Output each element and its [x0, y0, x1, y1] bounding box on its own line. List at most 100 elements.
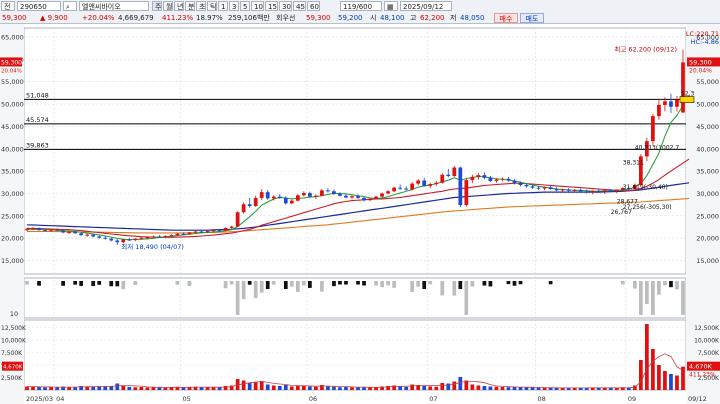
candle-body	[253, 197, 258, 207]
candle-body	[368, 198, 372, 201]
volume-bar	[37, 387, 41, 390]
candle-body	[476, 175, 481, 177]
volume-bar	[217, 387, 222, 390]
volume-bar	[663, 371, 667, 390]
volume-bar	[133, 387, 138, 390]
volume-bar	[651, 349, 655, 390]
period-button-4[interactable]: 초	[196, 1, 206, 11]
x-tick-label: 06	[309, 395, 317, 403]
candle-body	[416, 180, 421, 184]
candle-body	[422, 180, 427, 186]
price-chart[interactable]: 51,048 45,574 39,863 15,000 15,000 20,000 20,…	[0, 24, 720, 404]
period-button-12[interactable]: 45	[293, 1, 306, 11]
osc-bar	[518, 281, 523, 285]
high-label: 고	[410, 14, 417, 22]
volume-bar	[614, 388, 619, 390]
period-button-10[interactable]: 15	[265, 1, 278, 11]
volume-bar	[669, 374, 673, 390]
osc-bar	[247, 281, 252, 285]
volume-bar	[247, 383, 252, 390]
volume-bar	[398, 386, 403, 390]
stock-name-field[interactable]: 엘앤씨바이오	[79, 1, 149, 11]
volume-bar	[638, 360, 643, 390]
volume-bar	[488, 386, 493, 390]
candle-body	[85, 234, 90, 236]
volume-bar	[494, 386, 499, 390]
price-tick-right: 30,000	[696, 190, 719, 198]
volume-bar	[307, 386, 312, 390]
calendar-icon[interactable]: ▦	[384, 1, 398, 11]
osc-bar	[681, 281, 685, 315]
volume-bar	[410, 384, 415, 390]
change-pct: +20.04%	[82, 14, 115, 22]
period-button-2[interactable]: 년	[174, 1, 184, 11]
sell-button[interactable]: 매도	[520, 13, 544, 23]
volume-bar	[259, 381, 264, 390]
volume-bar	[548, 388, 553, 390]
osc-bar	[638, 281, 643, 315]
price-tick-right: 35,000	[696, 168, 719, 176]
lc-annotation: LC:220.71	[686, 30, 719, 38]
volume-bar	[452, 381, 457, 390]
osc-bar	[79, 281, 84, 286]
price-tick-left: 20,000	[1, 235, 24, 243]
price-tag-value: 59,300	[689, 58, 712, 66]
candle-body	[181, 233, 186, 235]
volume-tag-left-value: 4,670K	[3, 365, 23, 371]
osc-bar	[301, 281, 306, 286]
period-button-6[interactable]: 1	[218, 1, 228, 11]
period-button-3[interactable]: 분	[185, 1, 195, 11]
osc-bar	[187, 281, 192, 286]
period-button-1[interactable]: 월	[163, 1, 173, 11]
candle-body	[133, 238, 138, 241]
osc-bar	[37, 281, 41, 286]
volume-bar	[55, 387, 59, 390]
osc-bar	[229, 281, 234, 285]
period-button-9[interactable]: 10	[251, 1, 264, 11]
period-button-5[interactable]: 틱	[207, 1, 217, 11]
candle-body	[187, 232, 192, 235]
osc-bar	[428, 281, 433, 285]
code-input[interactable]: 290650	[17, 1, 61, 11]
volume-bar	[283, 385, 288, 390]
buy-button[interactable]: 매수	[494, 13, 518, 23]
volume-bar	[301, 386, 306, 390]
mode-select[interactable]: 전	[1, 1, 15, 11]
osc-bar	[356, 281, 360, 285]
volume-bar	[506, 387, 511, 390]
volume-bar	[85, 386, 90, 390]
osc-bar	[253, 281, 258, 299]
candle-body	[169, 235, 174, 237]
volume-bar	[458, 377, 463, 390]
candle-body	[151, 236, 156, 238]
volume-bar	[675, 375, 679, 390]
candle-body	[229, 226, 234, 228]
bar-count-field[interactable]: 119/600	[340, 1, 382, 11]
volume-bar	[199, 387, 204, 390]
osc-bar	[470, 281, 475, 287]
period-button-7[interactable]: 3	[229, 1, 239, 11]
candle-body	[512, 180, 517, 184]
volume-bar	[265, 384, 270, 390]
period-button-13[interactable]: 60	[307, 1, 320, 11]
volume-bar	[277, 386, 282, 390]
search-icon[interactable]: ⌕	[63, 1, 77, 11]
volume-tick-left: 10,000K	[1, 338, 27, 345]
candle-body	[163, 235, 168, 237]
candle-body	[392, 187, 396, 192]
osc-bar	[332, 281, 336, 287]
volume-bar	[127, 387, 132, 390]
period-button-0[interactable]: 주	[152, 1, 162, 11]
candle-body	[241, 204, 246, 213]
candle-body	[283, 197, 288, 204]
price-tick-right: 50,000	[696, 101, 719, 109]
osc-bar	[632, 281, 637, 289]
candle-body	[277, 196, 282, 198]
candle-body	[97, 236, 102, 238]
candle-body	[145, 237, 150, 239]
osc-bar	[241, 281, 246, 300]
date-field[interactable]: 2025/09/12	[400, 1, 452, 11]
period-button-11[interactable]: 30	[279, 1, 292, 11]
candle-body	[663, 101, 667, 105]
period-button-8[interactable]: 5	[240, 1, 250, 11]
